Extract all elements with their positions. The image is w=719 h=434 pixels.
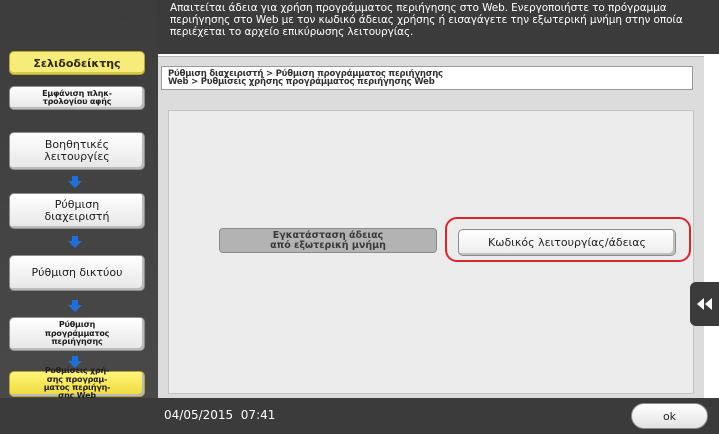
touch-keyboard-button[interactable]: Εμφάνιση πληκ- τρολογίου αφής [9, 86, 145, 110]
web-browser-usage-settings-button[interactable]: Ρυθμίσεις χρή- σης προγραμ- ματος περιήγ… [9, 367, 145, 400]
status-bar [0, 398, 719, 434]
highlight-ring [445, 217, 691, 262]
arrow-down-icon [68, 176, 82, 188]
web-browser-setting-button[interactable]: Ρύθμιση προγράμματος περιήγησης [9, 317, 145, 351]
network-settings-button[interactable]: Ρύθμιση δικτύου [9, 255, 145, 291]
double-chevron-left-icon [696, 298, 712, 310]
ok-button[interactable]: ok [631, 403, 708, 429]
install-license-from-external-memory-button[interactable]: Εγκατάσταση άδειας από εξωτερική μνήμη [219, 228, 437, 253]
arrow-down-icon [68, 236, 82, 248]
web-browser-settings-screen: Σελιδοδείκτης Εμφάνιση πληκ- τρολογίου α… [0, 0, 719, 434]
bookmark-button[interactable]: Σελιδοδείκτης [9, 51, 145, 75]
breadcrumb: Ρύθμιση διαχειριστή > Ρύθμιση προγράμματ… [161, 66, 693, 90]
side-panel-tab[interactable] [690, 282, 719, 326]
date-time-display: 04/05/2015 07:41 [164, 408, 276, 422]
arrow-down-icon [68, 300, 82, 312]
license-required-message: Απαιτείται άδεια για χρήση προγράμματος … [158, 0, 719, 54]
administrator-settings-button[interactable]: Ρύθμιση διαχειριστή [9, 193, 145, 229]
utility-button[interactable]: Βοηθητικές λειτουργίες [9, 132, 145, 170]
